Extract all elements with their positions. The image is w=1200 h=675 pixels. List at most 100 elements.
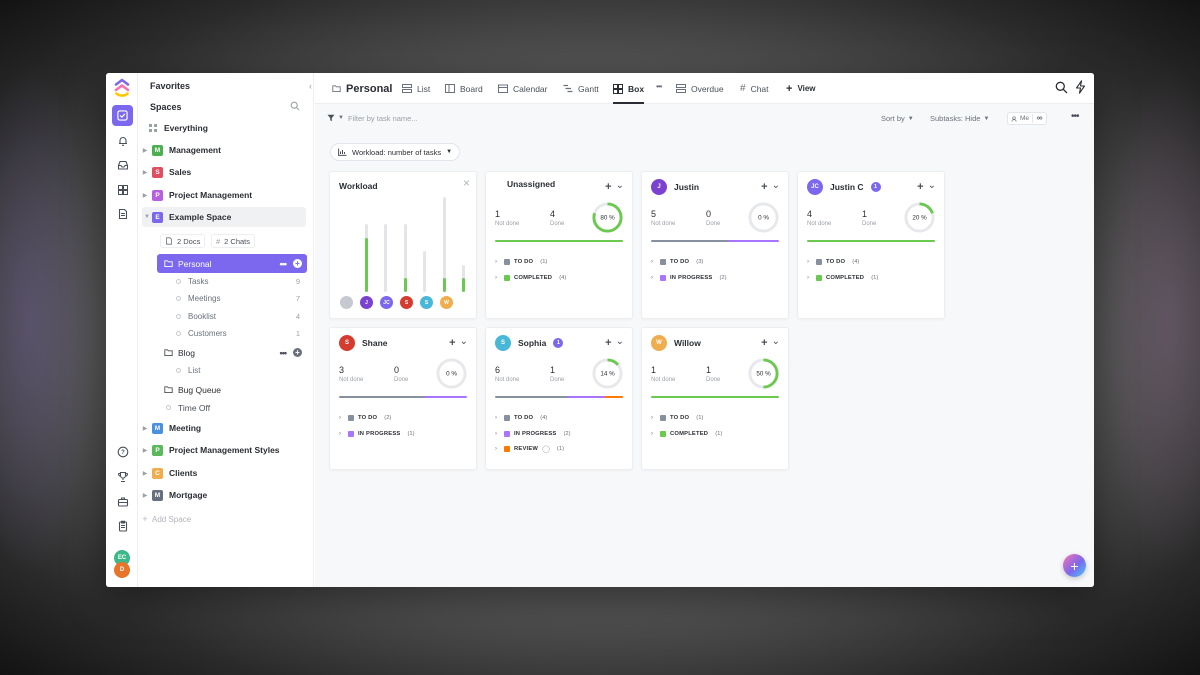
- tab-label: Overdue: [691, 83, 724, 94]
- tab-list[interactable]: List: [402, 73, 430, 104]
- expand-chevron-icon[interactable]: ⌄: [772, 180, 780, 191]
- add-task-icon[interactable]: +: [761, 181, 767, 193]
- sidebar-list-time-off[interactable]: Time Off: [157, 398, 307, 417]
- sidebar-space-sales[interactable]: ▶ S Sales: [138, 162, 314, 182]
- sidebar-folder-bug-queue[interactable]: Bug Queue: [157, 380, 307, 399]
- tab-overdue[interactable]: Overdue: [676, 73, 724, 104]
- expand-chevron-icon[interactable]: ⌄: [772, 336, 780, 347]
- status-label: COMPLETED: [826, 274, 865, 281]
- status-group[interactable]: › COMPLETED (1): [651, 428, 722, 440]
- add-task-icon[interactable]: +: [605, 337, 611, 349]
- tab-box[interactable]: Box: [613, 73, 645, 104]
- workload-dropdown[interactable]: Workload: number of tasks ▼: [330, 143, 461, 161]
- assignee-avatar[interactable]: JC: [380, 296, 393, 309]
- sidebar-space-example-space[interactable]: ▼ E Example Space: [142, 207, 306, 227]
- tab-gantt[interactable]: Gantt: [563, 73, 599, 104]
- hash-icon: #: [740, 83, 746, 94]
- collapse-sidebar-icon[interactable]: ‹: [309, 81, 312, 91]
- inbox-icon[interactable]: [112, 154, 133, 175]
- tab-calendar[interactable]: Calendar: [498, 73, 548, 104]
- member-card[interactable]: S Sophia 1 + ⌄ 6 Not done 1 Done 14 % › TO DO (4) › IN…: [485, 327, 633, 470]
- sidebar-space-pm-styles[interactable]: ▶ P Project Management Styles: [138, 440, 314, 460]
- status-group[interactable]: › IN PROGRESS (2): [495, 428, 571, 440]
- sidebar-item-everything[interactable]: Everything: [138, 118, 314, 138]
- expand-chevron-icon[interactable]: ⌄: [460, 336, 468, 347]
- status-group[interactable]: › TO DO (4): [495, 412, 547, 424]
- docs-pill[interactable]: 2 Docs: [160, 234, 206, 248]
- spaces-heading[interactable]: Spaces: [150, 102, 182, 112]
- add-task-icon[interactable]: +: [449, 337, 455, 349]
- status-group[interactable]: › COMPLETED (1): [807, 272, 878, 284]
- search-icon[interactable]: [290, 101, 300, 111]
- clipboard-icon[interactable]: [112, 515, 133, 536]
- briefcase-icon[interactable]: [112, 491, 133, 512]
- sidebar-space-clients[interactable]: ▶ C Clients: [138, 463, 314, 483]
- status-group[interactable]: › TO DO (1): [495, 256, 547, 268]
- status-group[interactable]: › TO DO (3): [651, 256, 703, 268]
- assignee-avatar[interactable]: S: [400, 296, 413, 309]
- clickup-logo-icon: [114, 78, 130, 97]
- assignee-avatar[interactable]: W: [440, 296, 453, 309]
- add-view-button[interactable]: + View: [786, 73, 816, 104]
- assignee-avatar[interactable]: S: [420, 296, 433, 309]
- notifications-bell-icon[interactable]: [112, 130, 133, 151]
- home-check-icon[interactable]: [112, 105, 133, 126]
- add-icon[interactable]: +: [293, 259, 302, 268]
- tab-options-icon[interactable]: •••: [656, 82, 662, 91]
- member-card[interactable]: W Willow + ⌄ 1 Not done 1 Done 50 % › TO DO (1) › COM…: [641, 327, 789, 470]
- filter-input[interactable]: Filter by task name...: [348, 114, 418, 123]
- sidebar-folder-blog[interactable]: Blog ••• +: [157, 343, 307, 362]
- tab-board[interactable]: Board: [445, 73, 483, 104]
- status-group[interactable]: › IN PROGRESS (2): [651, 272, 727, 284]
- unassigned-avatar-icon[interactable]: [340, 296, 353, 309]
- status-group[interactable]: › TO DO (1): [651, 412, 703, 424]
- list-item[interactable]: Booklist 4: [176, 308, 314, 325]
- dashboards-icon[interactable]: [112, 179, 133, 200]
- more-options-icon[interactable]: •••: [280, 348, 288, 358]
- assignee-avatar[interactable]: J: [360, 296, 373, 309]
- trophy-icon[interactable]: [112, 466, 133, 487]
- list-item[interactable]: Meetings 7: [176, 290, 314, 307]
- search-icon[interactable]: [1055, 81, 1068, 94]
- subtasks-button[interactable]: Subtasks: Hide ▼: [930, 114, 989, 123]
- tab-chat[interactable]: # Chat: [740, 73, 769, 104]
- sidebar-list-personal[interactable]: Personal ••• +: [157, 254, 307, 273]
- status-group[interactable]: › REVIEW ◯ (1): [495, 443, 564, 455]
- docs-icon[interactable]: [112, 203, 133, 224]
- help-icon[interactable]: ?: [112, 441, 133, 462]
- sidebar-space-management[interactable]: ▶ M Management: [138, 140, 314, 160]
- status-group[interactable]: › TO DO (2): [339, 412, 391, 424]
- member-card[interactable]: JC Justin C 1 + ⌄ 4 Not done 1 Done 20 % › TO DO (4)…: [797, 171, 945, 319]
- expand-chevron-icon[interactable]: ⌄: [928, 180, 936, 191]
- add-space-button[interactable]: + Add Space: [138, 509, 314, 529]
- status-group[interactable]: › TO DO (4): [807, 256, 859, 268]
- list-item[interactable]: List: [176, 362, 314, 379]
- add-task-icon[interactable]: +: [761, 337, 767, 349]
- expand-chevron-icon[interactable]: ⌄: [616, 336, 624, 347]
- add-task-icon[interactable]: +: [605, 181, 611, 193]
- status-group[interactable]: › COMPLETED (4): [495, 272, 566, 284]
- more-options-icon[interactable]: •••: [1071, 111, 1079, 122]
- quick-add-button[interactable]: +: [1063, 554, 1086, 577]
- add-task-icon[interactable]: +: [917, 181, 923, 193]
- me-filter-button[interactable]: Me: [1007, 112, 1048, 125]
- more-options-icon[interactable]: •••: [280, 259, 288, 269]
- expand-chevron-icon[interactable]: ⌄: [616, 180, 624, 191]
- sidebar-space-project-management[interactable]: ▶ P Project Management: [138, 185, 314, 205]
- member-card[interactable]: Unassigned + ⌄ 1 Not done 4 Done 80 % › TO DO (1) ›…: [485, 171, 633, 319]
- lightning-icon[interactable]: [1075, 80, 1086, 94]
- status-group[interactable]: › IN PROGRESS (1): [339, 428, 415, 440]
- filter-dropdown[interactable]: ▼: [327, 114, 344, 122]
- list-item[interactable]: Customers 1: [176, 325, 314, 342]
- sidebar-space-mortgage[interactable]: ▶ M Mortgage: [138, 485, 314, 505]
- chats-pill[interactable]: # 2 Chats: [211, 234, 256, 248]
- sidebar-space-meeting[interactable]: ▶ M Meeting: [138, 418, 314, 438]
- list-item[interactable]: Tasks 9: [176, 273, 314, 290]
- favorites-heading[interactable]: Favorites: [150, 81, 190, 91]
- member-card[interactable]: S Shane + ⌄ 3 Not done 0 Done 0 % › TO DO (2) › IN PR…: [329, 327, 477, 470]
- member-card[interactable]: J Justin + ⌄ 5 Not done 0 Done 0 % › TO DO (3) › IN P…: [641, 171, 789, 319]
- close-icon[interactable]: ×: [463, 176, 470, 190]
- sort-by-button[interactable]: Sort by ▼: [881, 114, 914, 123]
- user-avatar[interactable]: D: [114, 562, 130, 578]
- add-icon[interactable]: +: [293, 348, 302, 357]
